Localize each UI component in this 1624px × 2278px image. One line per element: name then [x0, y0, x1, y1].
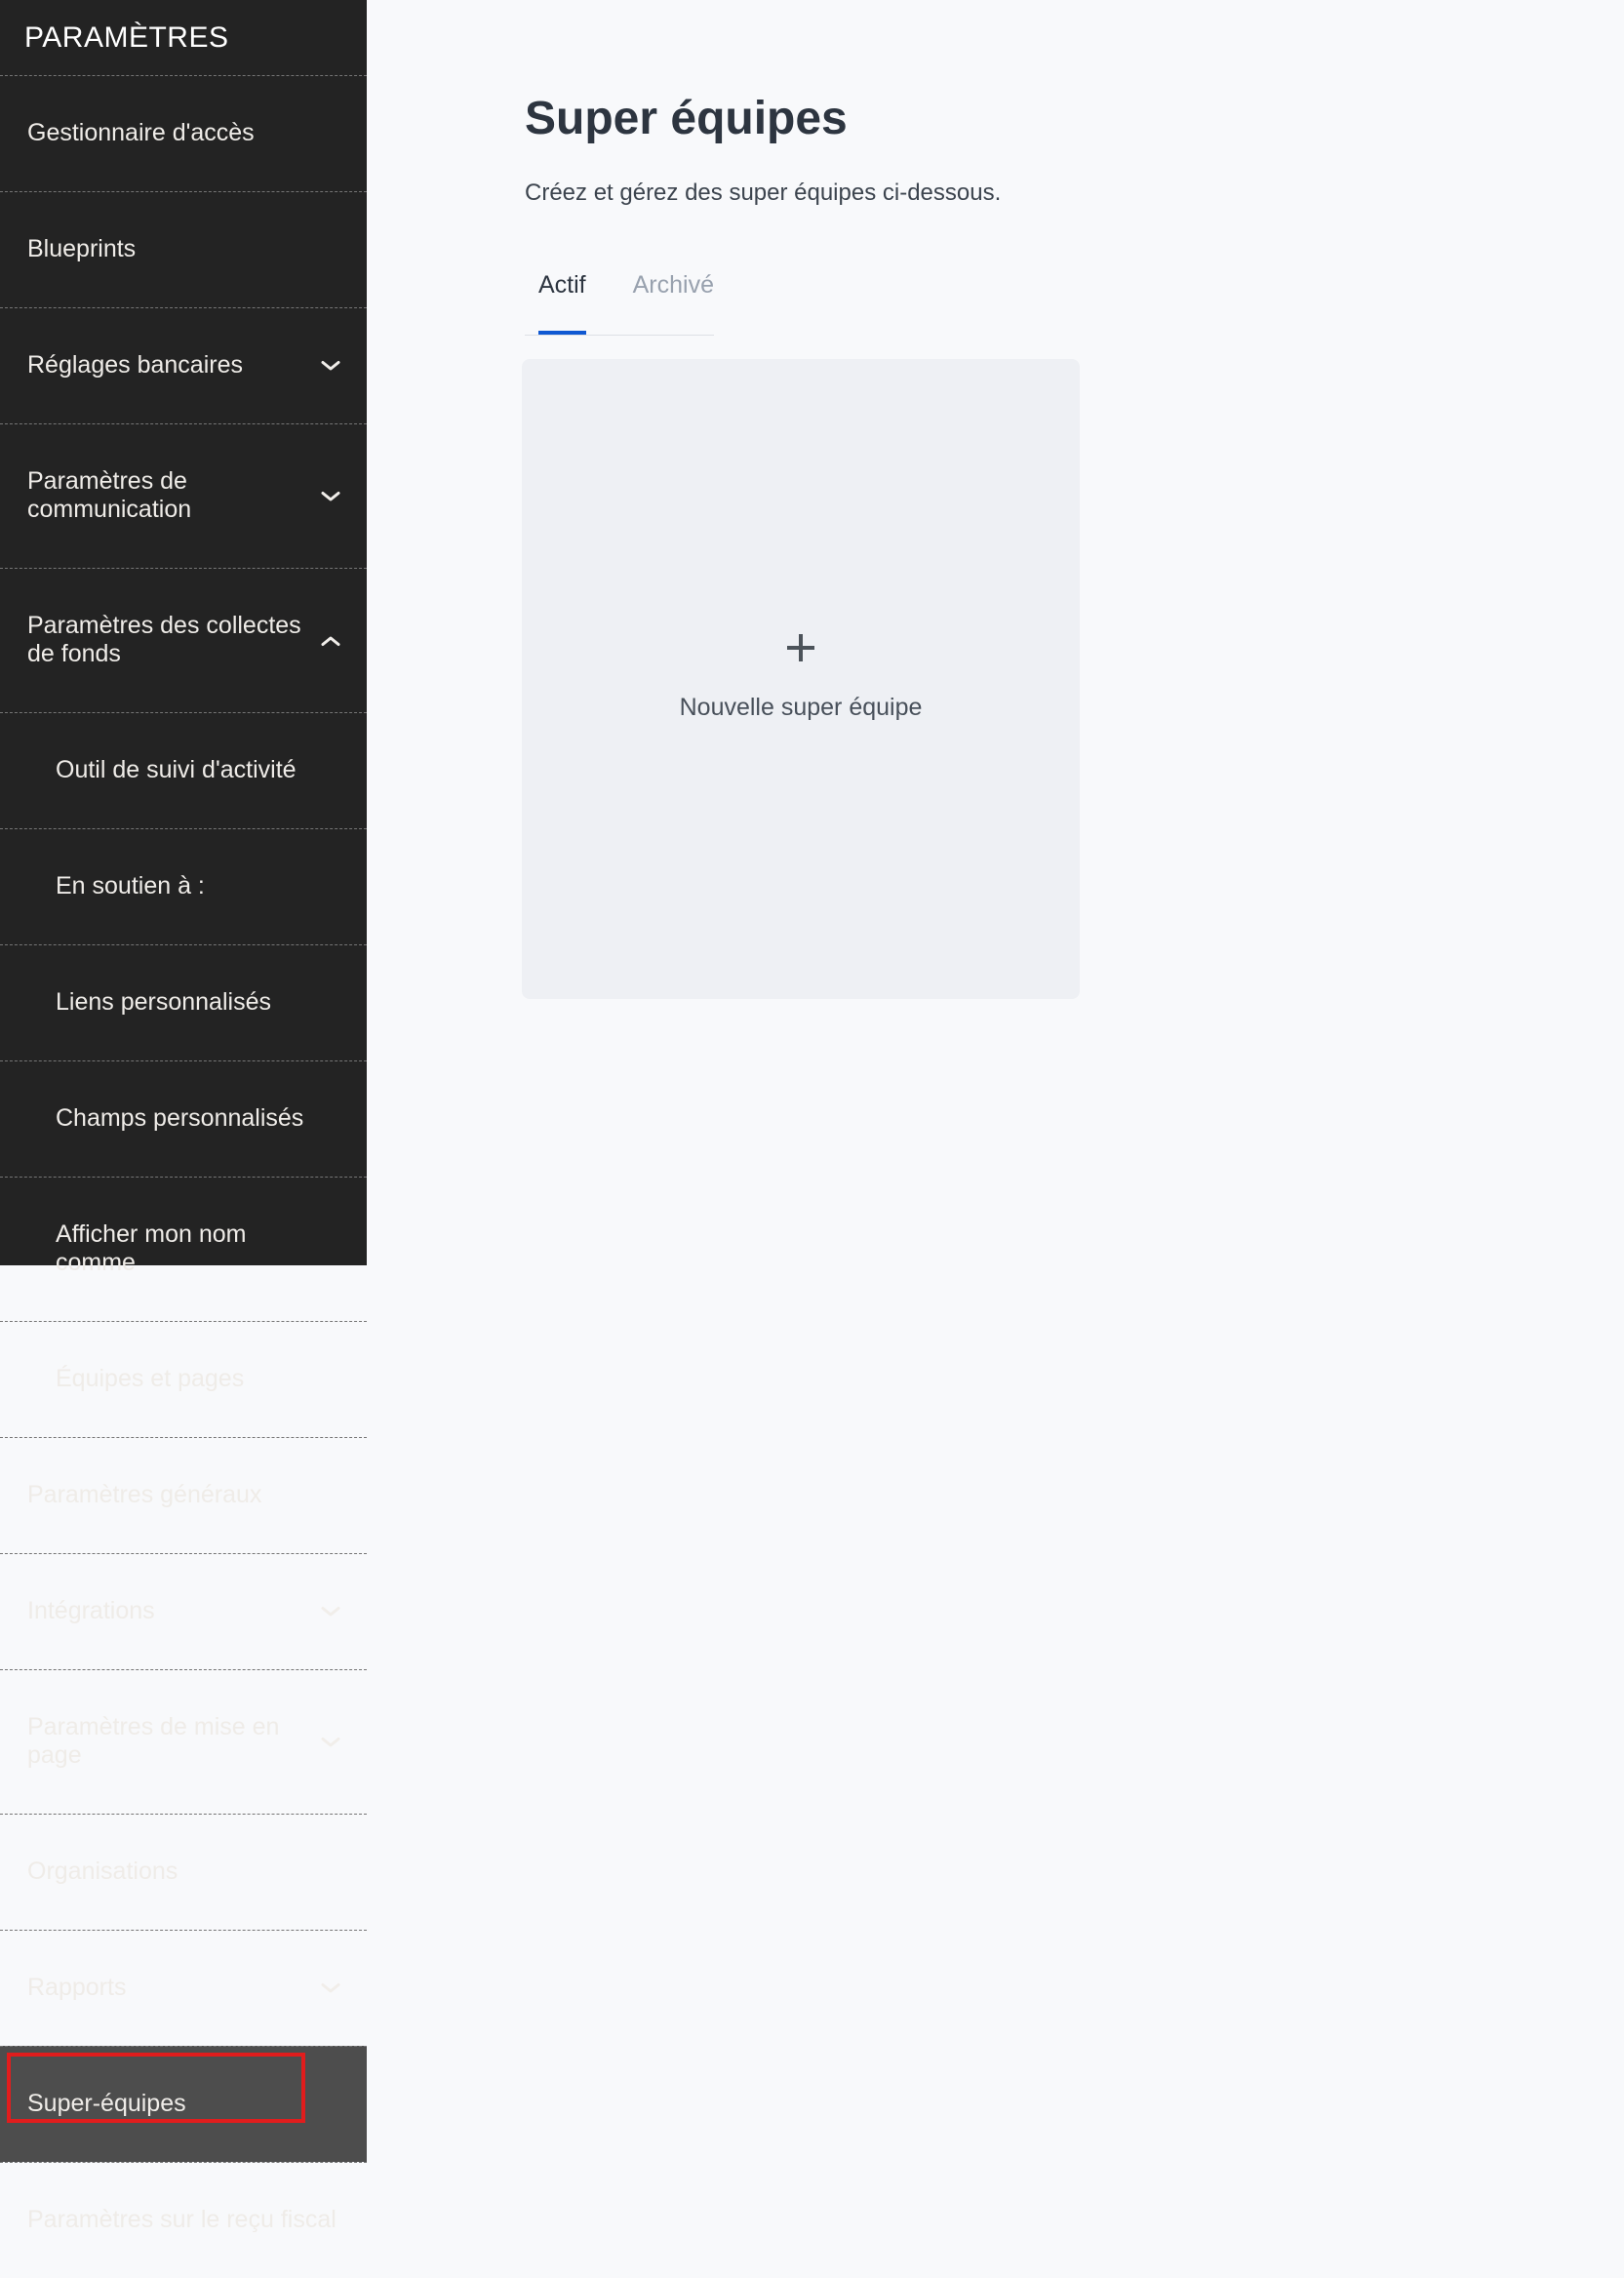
- settings-sidebar: PARAMÈTRES Gestionnaire d'accès Blueprin…: [0, 0, 367, 1265]
- sidebar-item-label: Équipes et pages: [56, 1365, 244, 1392]
- new-team-label: Nouvelle super équipe: [680, 691, 923, 724]
- sidebar-title: PARAMÈTRES: [0, 0, 367, 75]
- sidebar-item-label: Paramètres sur le reçu fiscal: [27, 2206, 337, 2233]
- sidebar-item-blueprints[interactable]: Blueprints: [0, 191, 367, 307]
- sidebar-item-parametres-des-collectes-de-fonds[interactable]: Paramètres des collectes de fonds: [0, 568, 367, 712]
- sidebar-item-label: Paramètres des collectes de fonds: [27, 612, 301, 667]
- sidebar-item-parametres-generaux[interactable]: Paramètres généraux: [0, 1437, 367, 1553]
- sidebar-item-label: Afficher mon nom comme: [56, 1220, 246, 1276]
- new-super-team-card[interactable]: Nouvelle super équipe: [522, 359, 1080, 999]
- sidebar-item-afficher-mon-nom-comme[interactable]: Afficher mon nom comme: [0, 1177, 367, 1321]
- chevron-up-icon: [321, 635, 340, 646]
- sidebar-item-label: En soutien à :: [56, 872, 205, 899]
- tab-archive[interactable]: Archivé: [633, 271, 714, 335]
- page-title: Super équipes: [525, 92, 1585, 145]
- sidebar-item-label: Paramètres généraux: [27, 1481, 261, 1508]
- sidebar-item-label: Blueprints: [27, 235, 136, 262]
- sidebar-item-label: Organisations: [27, 1858, 178, 1885]
- sidebar-item-gestionnaire-d-acces[interactable]: Gestionnaire d'accès: [0, 75, 367, 191]
- sidebar-item-reglages-bancaires[interactable]: Réglages bancaires: [0, 307, 367, 423]
- sidebar-item-label: Paramètres de mise en page: [27, 1713, 279, 1769]
- chevron-down-icon: [321, 491, 340, 501]
- sidebar-item-en-soutien-a[interactable]: En soutien à :: [0, 828, 367, 944]
- chevron-down-icon: [321, 1737, 340, 1747]
- sidebar-nav: Gestionnaire d'accès Blueprints Réglages…: [0, 75, 367, 2278]
- page-subtitle: Créez et gérez des super équipes ci-dess…: [525, 178, 1585, 209]
- chevron-down-icon: [321, 1607, 340, 1618]
- sidebar-item-label: Outil de suivi d'activité: [56, 756, 297, 783]
- sidebar-item-champs-personnalises[interactable]: Champs personnalisés: [0, 1060, 367, 1177]
- sidebar-item-label: Paramètres de communication: [27, 467, 191, 523]
- sidebar-item-integrations[interactable]: Intégrations: [0, 1553, 367, 1669]
- sidebar-item-label: Intégrations: [27, 1597, 155, 1624]
- sidebar-item-label: Réglages bancaires: [27, 351, 243, 379]
- sidebar-item-rapports[interactable]: Rapports: [0, 1930, 367, 2046]
- chevron-down-icon: [321, 361, 340, 372]
- sidebar-item-label: Champs personnalisés: [56, 1104, 303, 1132]
- sidebar-item-parametres-de-communication[interactable]: Paramètres de communication: [0, 423, 367, 568]
- sidebar-item-outil-de-suivi-d-activite[interactable]: Outil de suivi d'activité: [0, 712, 367, 828]
- sidebar-item-parametres-sur-le-recu-fiscal[interactable]: Paramètres sur le reçu fiscal: [0, 2162, 367, 2278]
- sidebar-item-super-equipes[interactable]: Super-équipes: [0, 2046, 367, 2162]
- sidebar-item-label: Rapports: [27, 1974, 126, 2001]
- sidebar-item-label: Super-équipes: [27, 2090, 186, 2117]
- sidebar-item-organisations[interactable]: Organisations: [0, 1814, 367, 1930]
- tab-actif[interactable]: Actif: [538, 271, 586, 335]
- chevron-down-icon: [321, 1983, 340, 1994]
- main-content: Super équipes Créez et gérez des super é…: [367, 0, 1624, 1265]
- sidebar-item-label: Gestionnaire d'accès: [27, 119, 255, 146]
- tabs: Actif Archivé: [525, 271, 714, 336]
- sidebar-item-equipes-et-pages[interactable]: Équipes et pages: [0, 1321, 367, 1437]
- sidebar-item-label: Liens personnalisés: [56, 988, 271, 1016]
- plus-icon: [787, 634, 814, 661]
- sidebar-item-liens-personnalises[interactable]: Liens personnalisés: [0, 944, 367, 1060]
- sidebar-item-parametres-de-mise-en-page[interactable]: Paramètres de mise en page: [0, 1669, 367, 1814]
